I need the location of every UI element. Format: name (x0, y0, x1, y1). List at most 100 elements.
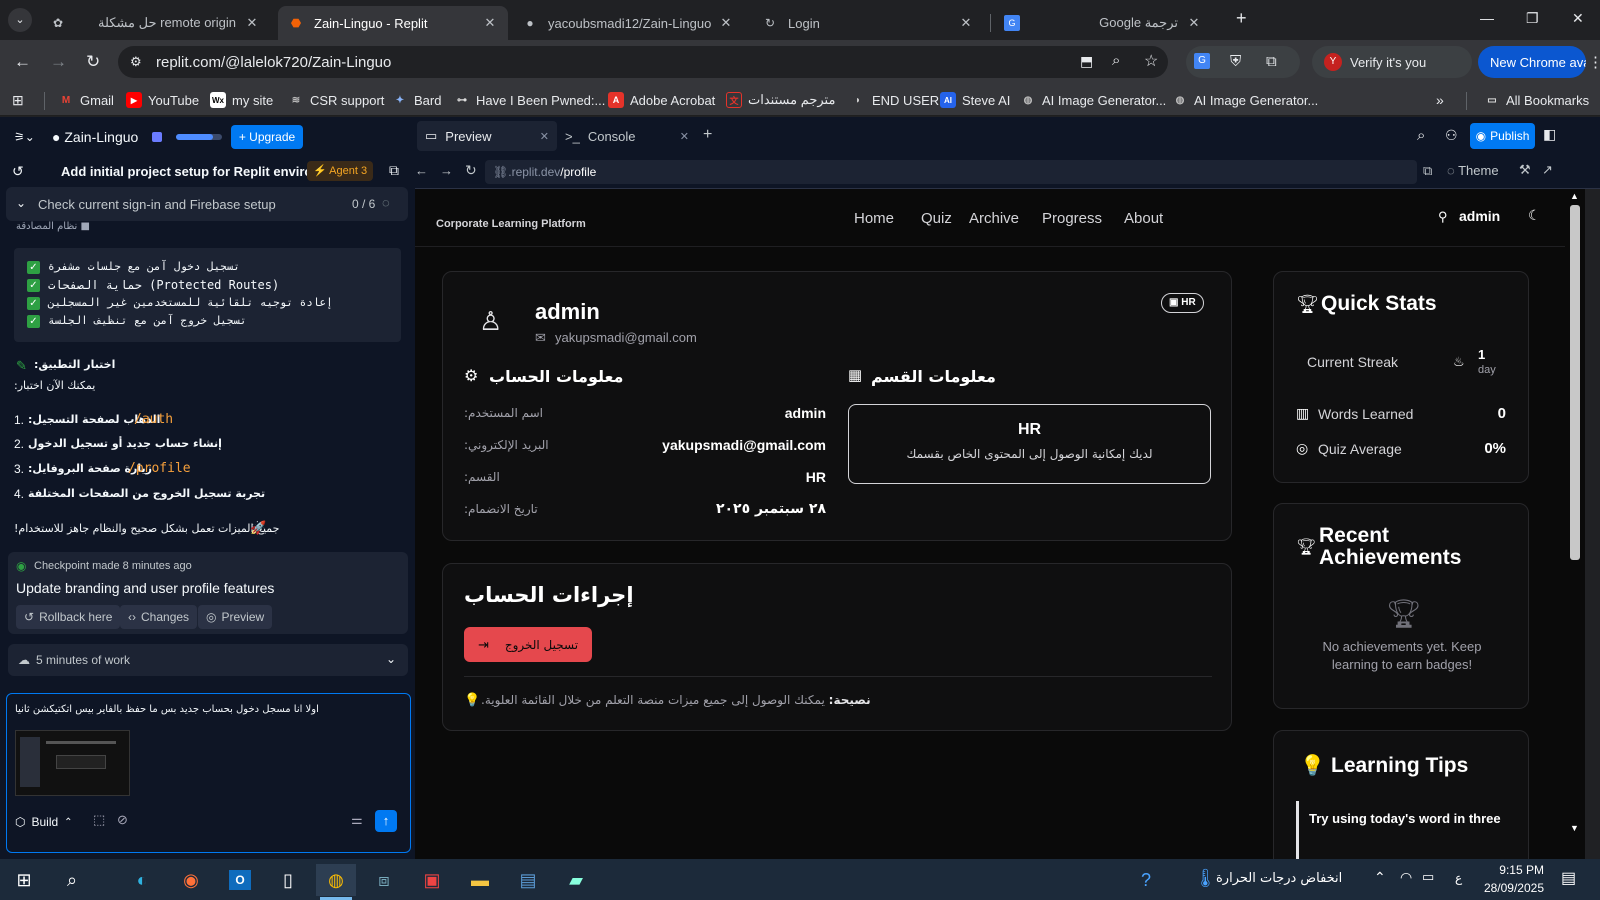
windows-start-icon[interactable]: ⊞ (4, 864, 44, 896)
notes-app-icon[interactable]: ▰ (556, 864, 596, 896)
panel-toggle-icon[interactable]: ◧ (1543, 126, 1556, 143)
attach-icon[interactable]: ⊘ (117, 812, 128, 828)
nav-about[interactable]: About (1124, 210, 1163, 227)
chevron-up-icon[interactable]: ⌃ (1374, 869, 1386, 886)
clock-date[interactable]: 28/09/2025 (1476, 881, 1544, 895)
network-tool-icon[interactable]: ⧈ (364, 864, 404, 896)
attached-screenshot-thumbnail[interactable] (15, 730, 130, 796)
extensions-puzzle-icon[interactable]: ⧉ (1266, 53, 1277, 70)
verify-its-you-button[interactable]: Y Verify it's you (1312, 46, 1472, 78)
site-info-icon[interactable]: ⚙ (130, 54, 142, 70)
logout-button[interactable]: ⇥ تسجيل الخروج (464, 627, 592, 662)
wifi-icon[interactable]: ◠ (1400, 869, 1412, 886)
tab-preview[interactable]: ▭ Preview ✕ (417, 121, 557, 151)
upgrade-button[interactable]: + Upgrade (231, 125, 303, 149)
select-element-icon[interactable]: ⬚ (93, 812, 105, 828)
devtools-icon[interactable]: ⚒ (1519, 162, 1531, 178)
preview-checkpoint-button[interactable]: ◎ Preview (198, 605, 273, 629)
minimize-button[interactable]: — (1480, 10, 1494, 26)
history-icon[interactable]: ↺ (12, 163, 24, 180)
forward-icon[interactable]: → (50, 52, 67, 72)
edge-icon[interactable]: ◐ (122, 864, 162, 896)
build-mode-button[interactable]: ⬡ Build ⌃ (15, 811, 73, 833)
rollback-button[interactable]: ↺ Rollback here (16, 605, 121, 629)
weather-text[interactable]: انخفاض درجات الحرارة (1216, 871, 1342, 886)
remote-desktop-icon[interactable]: ▤ (508, 864, 548, 896)
bookmark-star-icon[interactable]: ☆ (1144, 51, 1158, 71)
notifications-icon[interactable]: ▤ (1561, 868, 1576, 888)
close-icon[interactable]: ✕ (958, 15, 974, 31)
bookmark-csr-support[interactable]: ≋ CSR support (288, 92, 385, 108)
google-translate-extension-icon[interactable]: G (1194, 53, 1210, 69)
nav-progress[interactable]: Progress (1042, 210, 1102, 227)
changes-button[interactable]: ‹› Changes (120, 605, 198, 629)
close-icon[interactable]: ✕ (540, 130, 549, 143)
outlook-icon[interactable]: O (220, 864, 260, 896)
tab-zain-linguo[interactable]: ⬣ Zain-Linguo - Replit ✕ (278, 6, 508, 40)
new-tab-button[interactable]: + (1236, 8, 1247, 29)
back-icon[interactable]: ← (14, 52, 31, 72)
help-icon[interactable]: ? (1126, 864, 1166, 896)
tab-search-button[interactable]: ⌄ (8, 8, 32, 32)
bookmark-document-translator[interactable]: 文 مترجم مستندات (726, 92, 835, 108)
close-icon[interactable]: ✕ (244, 15, 260, 31)
file-icon[interactable]: ▯ (268, 864, 308, 896)
forward-icon[interactable]: → (440, 163, 453, 178)
add-tab-icon[interactable]: + (703, 126, 712, 144)
battery-icon[interactable]: ▭ (1422, 869, 1434, 885)
task-header[interactable]: ⌄ Check current sign-in and Firebase set… (6, 187, 408, 221)
file-explorer-icon[interactable]: ▬ (460, 864, 500, 896)
bookmark-ai-image-generator-2[interactable]: ◍ AI Image Generator... (1172, 92, 1319, 108)
nav-user[interactable]: admin (1459, 208, 1500, 224)
bookmark-gmail[interactable]: M Gmail (58, 92, 114, 108)
address-bar[interactable]: ⚙ replit.com/@lalelok720/Zain-Linguo ⬒ ⌕… (118, 46, 1168, 78)
settings-sliders-icon[interactable]: ⚌ (351, 812, 363, 828)
new-chat-icon[interactable]: ⧉ (389, 162, 399, 179)
back-icon[interactable]: ← (415, 163, 428, 178)
bookmark-ai-image-generator-1[interactable]: ◍ AI Image Generator... (1020, 92, 1167, 108)
invite-user-icon[interactable]: ⚇ (1445, 127, 1458, 144)
zoom-icon[interactable]: ⌕ (1112, 52, 1120, 69)
new-chrome-available-button[interactable]: New Chrome available (1478, 46, 1586, 78)
bookmark-my-site[interactable]: Wx my site (210, 92, 273, 108)
bookmark-hibp[interactable]: ⊶ Have I Been Pwned:... (454, 92, 605, 108)
theme-toggle[interactable]: ◌ Theme (1447, 163, 1499, 178)
bookmark-steve-ai[interactable]: AI Steve AI (940, 92, 1010, 108)
preview-url-field[interactable]: ⛓.replit.dev/profile (485, 160, 1417, 184)
chrome-icon[interactable]: ◍ (316, 864, 356, 896)
bookmarks-overflow-icon[interactable]: » (1436, 92, 1444, 108)
input-language[interactable]: ع (1455, 871, 1462, 885)
bookmark-end-user[interactable]: ◗ END USER (850, 92, 939, 108)
reload-icon[interactable]: ↻ (465, 162, 477, 179)
clock-time[interactable]: 9:15 PM (1490, 863, 1544, 877)
devices-icon[interactable]: ⧉ (1423, 163, 1432, 179)
reload-icon[interactable]: ↻ (86, 52, 100, 72)
nav-home[interactable]: Home (854, 210, 894, 227)
site-brand[interactable]: Corporate Learning Platform (436, 218, 586, 230)
project-name[interactable]: ● Zain-Linguo (52, 129, 138, 145)
tab-remote-origin[interactable]: ✿ حل مشكلة remote origin ✕ (40, 6, 270, 40)
nav-archive[interactable]: Archive (969, 210, 1019, 227)
tab-login[interactable]: ↻ Login ✕ (752, 6, 984, 40)
agent-input-box[interactable]: اولا انا مسجل دخول بحساب جديد بس ما حفظ … (6, 693, 411, 853)
preview-scrollbar[interactable]: ▲ ▼ (1565, 189, 1585, 859)
close-window-button[interactable]: ✕ (1572, 10, 1584, 27)
tab-github[interactable]: ● yacoubsmadi12/Zain-Linguo ✕ (512, 6, 744, 40)
maximize-button[interactable]: ❐ (1526, 10, 1539, 27)
bookmark-bard[interactable]: ✦ Bard (392, 92, 442, 108)
publish-button[interactable]: ◉ Publish (1470, 123, 1535, 149)
close-icon[interactable]: ✕ (1186, 15, 1202, 31)
install-app-icon[interactable]: ⬒ (1080, 53, 1093, 70)
close-icon[interactable]: ✕ (482, 15, 498, 31)
open-new-tab-icon[interactable]: ↗ (1542, 162, 1553, 178)
bookmark-youtube[interactable]: ▶ YouTube (126, 92, 199, 108)
replit-menu-icon[interactable]: ⚞⌄ (14, 130, 35, 144)
search-icon[interactable]: ⌕ (52, 864, 92, 896)
shield-icon[interactable]: ⛨ (1230, 53, 1241, 70)
search-icon[interactable]: ⌕ (1417, 127, 1425, 144)
close-icon[interactable]: ✕ (718, 15, 734, 31)
menu-kebab-icon[interactable]: ⋮ (1588, 53, 1600, 71)
firefox-icon[interactable]: ◉ (171, 864, 211, 896)
snipping-tool-icon[interactable]: ▣ (412, 864, 452, 896)
apps-grid-icon[interactable]: ⊞ (12, 92, 24, 109)
